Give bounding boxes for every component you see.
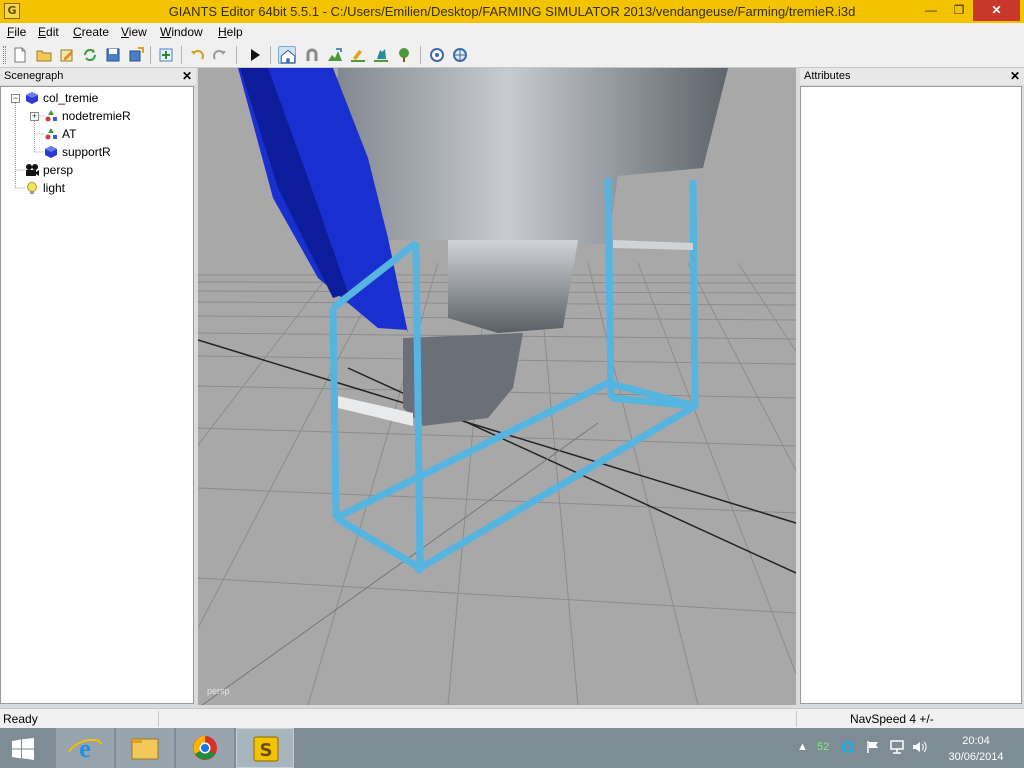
clock-date: 30/06/2014 [948, 751, 1004, 763]
internet-explorer-icon[interactable]: e [56, 728, 114, 768]
hopper-chute [448, 240, 578, 333]
chrome-icon[interactable] [176, 728, 234, 768]
menu-window[interactable]: Window [160, 25, 203, 39]
title-bar: G GIANTS Editor 64bit 5.5.1 - C:/Users/E… [0, 0, 1024, 23]
col-tremie-collapse-toggle[interactable]: − [11, 94, 20, 103]
svg-text:S: S [260, 740, 273, 761]
attributes-title: Attributes [804, 70, 851, 82]
toolbar [0, 42, 1024, 68]
transform-group-icon [45, 110, 57, 122]
sync-icon[interactable] [841, 740, 855, 754]
status-divider [158, 711, 159, 727]
light-bulb-icon [27, 182, 37, 194]
volume-icon[interactable] [912, 740, 928, 754]
tree-node-label: col_tremie [43, 91, 99, 105]
edit-icon[interactable] [58, 46, 76, 64]
scenegraph-header: Scenegraph ✕ [0, 68, 196, 85]
settings-icon[interactable] [451, 46, 469, 64]
window-title: GIANTS Editor 64bit 5.5.1 - C:/Users/Emi… [168, 4, 856, 19]
toolbar-separator [420, 46, 421, 64]
tree-node-label: persp [43, 163, 74, 177]
tree-node-persp[interactable]: persp [25, 162, 185, 178]
navigate-icon[interactable] [428, 46, 446, 64]
cube-icon [26, 92, 38, 104]
taskbar: e S ▲ 52 20:04 30/06/2014 [0, 728, 1024, 768]
import-icon[interactable] [157, 46, 175, 64]
redo-icon[interactable] [211, 46, 229, 64]
camera-icon [26, 164, 39, 176]
maximize-button[interactable]: ❐ [945, 0, 973, 21]
toolbar-separator [270, 46, 271, 64]
undo-icon[interactable] [188, 46, 206, 64]
close-button[interactable]: ✕ [973, 0, 1020, 21]
status-divider [796, 711, 797, 727]
refresh-icon[interactable] [81, 46, 99, 64]
open-folder-icon[interactable] [35, 46, 53, 64]
menu-edit[interactable]: Edit [38, 25, 59, 39]
tree-node-light[interactable]: light [25, 180, 185, 196]
giants-editor-icon[interactable]: S [236, 728, 294, 768]
tree-node-nodetremier[interactable]: nodetremieR [44, 108, 184, 124]
clock-time: 20:04 [962, 735, 990, 747]
frame-crossbar [338, 396, 413, 426]
minimize-button[interactable]: — [917, 0, 945, 21]
status-ready: Ready [3, 712, 38, 726]
tree-node-label: nodetremieR [62, 109, 131, 123]
scenegraph-title: Scenegraph [4, 70, 64, 82]
toolbar-separator [181, 46, 182, 64]
menu-view[interactable]: View [121, 25, 147, 39]
menu-help[interactable]: Help [218, 25, 243, 39]
menu-bar: File Edit Create View Window Help [0, 23, 1024, 42]
frame-rear-bar [613, 240, 693, 250]
magnet-icon[interactable] [303, 46, 321, 64]
tree-node-at[interactable]: AT [44, 126, 184, 142]
scenegraph-close-button[interactable]: ✕ [182, 68, 192, 85]
nodetremier-expand-toggle[interactable]: + [30, 112, 39, 121]
network-icon[interactable] [890, 740, 904, 754]
cube-icon [45, 146, 57, 158]
attributes-header: Attributes ✕ [800, 68, 1024, 85]
transform-group-icon [45, 128, 57, 140]
system-clock[interactable]: 20:04 30/06/2014 [938, 733, 1014, 765]
menu-create[interactable]: Create [73, 25, 109, 39]
toolbar-grip[interactable] [3, 46, 6, 64]
toolbar-separator [236, 46, 237, 64]
tree-icon[interactable] [395, 46, 413, 64]
viewport-scene: persp [198, 68, 796, 705]
export-icon[interactable] [127, 46, 145, 64]
paint-icon[interactable] [349, 46, 367, 64]
viewport-camera-label: persp [207, 686, 230, 696]
tree-node-col-tremie[interactable]: col_tremie [25, 90, 185, 106]
foliage-icon[interactable] [372, 46, 390, 64]
3d-viewport[interactable]: persp [198, 68, 796, 705]
status-navspeed: NavSpeed 4 +/- [850, 712, 934, 726]
menu-file[interactable]: File [7, 25, 26, 39]
show-hidden-icons-icon[interactable]: ▲ [797, 741, 808, 753]
home-icon[interactable] [278, 46, 296, 64]
file-explorer-icon[interactable] [116, 728, 174, 768]
attributes-close-button[interactable]: ✕ [1010, 68, 1020, 85]
terrain-icon[interactable] [326, 46, 344, 64]
svg-text:e: e [79, 734, 91, 763]
hopper-body [328, 68, 728, 246]
scenegraph-tree: − col_tremie + nodetremieR AT supportR p… [0, 86, 194, 704]
action-center-flag-icon[interactable] [866, 740, 880, 754]
attributes-panel [800, 86, 1022, 704]
status-bar: Ready NavSpeed 4 +/- [0, 708, 1024, 728]
windows-start-icon[interactable] [12, 738, 34, 760]
new-file-icon[interactable] [11, 46, 29, 64]
tree-node-label: light [43, 181, 66, 195]
grid-diagonal [201, 422, 599, 705]
tree-node-label: supportR [62, 145, 111, 159]
save-icon[interactable] [104, 46, 122, 64]
tree-node-supportr[interactable]: supportR [44, 144, 184, 160]
toolbar-separator [150, 46, 151, 64]
tree-node-label: AT [62, 127, 77, 141]
tray-counter[interactable]: 52 [817, 741, 829, 753]
play-icon[interactable] [246, 46, 264, 64]
